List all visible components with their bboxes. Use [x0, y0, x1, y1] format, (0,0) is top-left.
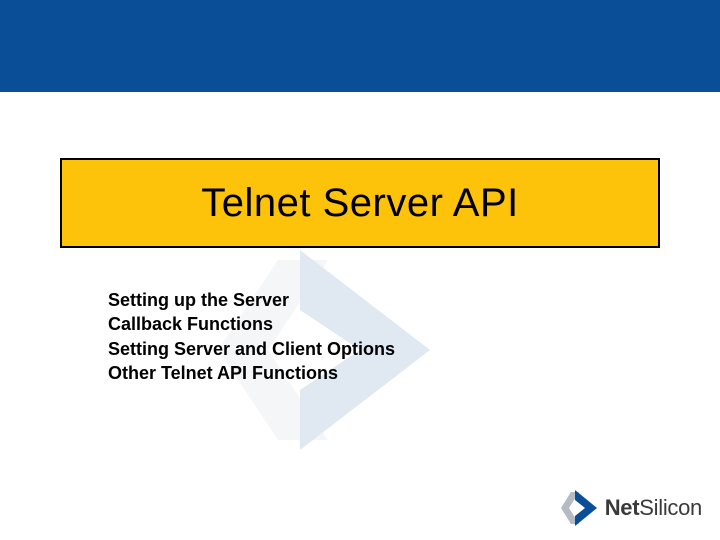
netsilicon-arrow-icon	[559, 490, 599, 526]
brand-name-strong: Net	[605, 495, 640, 520]
bullet-item: Callback Functions	[108, 312, 628, 336]
brand-name: NetSilicon	[605, 495, 702, 521]
footer-logo: NetSilicon	[559, 490, 702, 526]
slide: Telnet Server API Setting up the Server …	[0, 0, 720, 540]
bullet-item: Other Telnet API Functions	[108, 361, 628, 385]
bullet-item: Setting up the Server	[108, 288, 628, 312]
slide-title: Telnet Server API	[201, 181, 519, 226]
header-bar	[0, 0, 720, 92]
title-box: Telnet Server API	[60, 158, 660, 248]
bullet-item: Setting Server and Client Options	[108, 337, 628, 361]
bullet-list: Setting up the Server Callback Functions…	[108, 288, 628, 385]
brand-name-light: Silicon	[639, 495, 702, 520]
